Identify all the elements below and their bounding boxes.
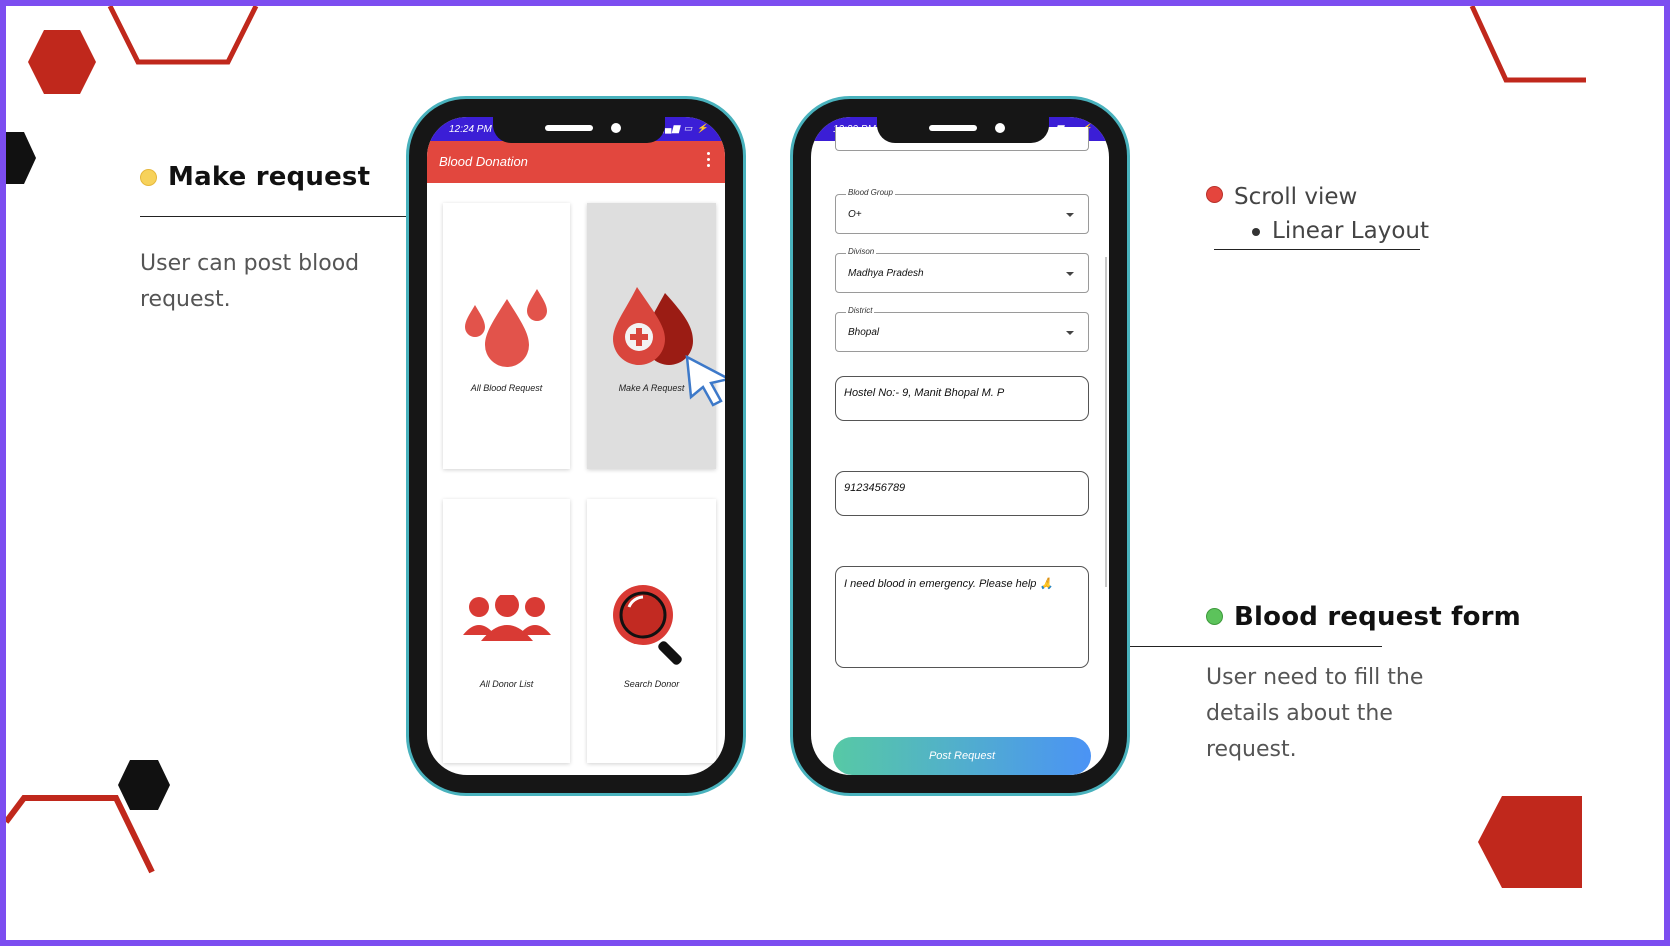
phone-input[interactable]: 9123456789 [835,471,1089,516]
card-make-a-request[interactable]: Make A Request [587,203,725,469]
card-label: Make A Request [618,383,685,393]
blood-form-description: User need to fill the details about the … [1206,665,1424,762]
post-request-button[interactable]: Post Request [833,737,1091,775]
card-search-donor[interactable]: Search Donor [587,499,716,763]
division-label: Divison [846,247,877,256]
scroll-view-title: Scroll view [1234,184,1358,210]
make-request-title: Make request [168,162,371,192]
blood-form-title: Blood request form [1234,602,1521,632]
scroll-view-dot [1206,186,1223,203]
black-arrow-decoration [6,132,36,184]
card-all-blood-request[interactable]: All Blood Request [443,203,570,469]
red-hexagon-decoration-bottom-right [1478,796,1582,888]
app-title: Blood Donation [439,154,528,169]
form-screen: 12:29 PM ▮ ▂▄▆ ▭ ⚡ Blood Group O+ Diviso… [811,117,1109,775]
division-select[interactable]: Divison Madhya Pradesh [835,247,1089,293]
blood-form-dot [1206,608,1223,625]
phone-home: 12:24 PM ▮▮ ▂▄▆ ▭ ⚡ Blood Donation All B… [406,96,746,796]
blood-group-label: Blood Group [846,188,895,197]
red-hexagon-decoration [28,30,96,94]
address-value: Hostel No:- 9, Manit Bhopal M. P [844,387,1005,399]
district-label: District [846,306,875,315]
division-value: Madhya Pradesh [848,268,924,279]
dropdown-caret-icon [1066,213,1074,217]
address-input[interactable]: Hostel No:- 9, Manit Bhopal M. P [835,376,1089,421]
district-select[interactable]: District Bhopal [835,306,1089,352]
card-label: All Donor List [479,679,534,689]
red-hex-outline-decoration-bottom-left [6,795,155,874]
card-label: All Blood Request [470,383,543,393]
blood-drops-icon [465,289,547,367]
home-screen: 12:24 PM ▮▮ ▂▄▆ ▭ ⚡ Blood Donation All B… [427,117,725,775]
cursor-pointer-icon [685,354,725,407]
magnifier-icon [613,585,682,665]
scrollbar[interactable] [1105,257,1107,587]
red-hex-outline-decoration-top-right [1469,6,1586,83]
linear-layout-label: Linear Layout [1272,218,1429,244]
card-all-donor-list[interactable]: All Donor List [443,499,570,763]
scroll-view-rule [1214,249,1420,250]
phone-notch [877,113,1049,143]
blood-group-select[interactable]: Blood Group O+ [835,188,1089,234]
blood-group-value: O+ [848,209,862,220]
dropdown-caret-icon [1066,331,1074,335]
linear-layout-bullet [1252,228,1260,236]
status-time: 12:24 PM [449,124,492,135]
make-request-dot [140,169,157,186]
make-request-description: User can post blood request. [140,251,360,312]
phone-notch [493,113,665,143]
phone-value: 9123456789 [844,482,906,494]
message-input[interactable]: I need blood in emergency. Please help 🙏 [835,566,1089,668]
phone-form: 12:29 PM ▮ ▂▄▆ ▭ ⚡ Blood Group O+ Diviso… [790,96,1130,796]
people-group-icon [463,595,551,641]
slide: Make request User can post blood request… [0,0,1670,946]
overflow-menu-icon[interactable] [707,152,711,170]
card-label: Search Donor [623,679,680,689]
app-bar: Blood Donation [427,141,725,183]
message-value: I need blood in emergency. Please help 🙏 [844,578,1054,590]
district-value: Bhopal [848,327,880,338]
dropdown-caret-icon [1066,272,1074,276]
red-hex-outline-decoration [107,6,259,65]
